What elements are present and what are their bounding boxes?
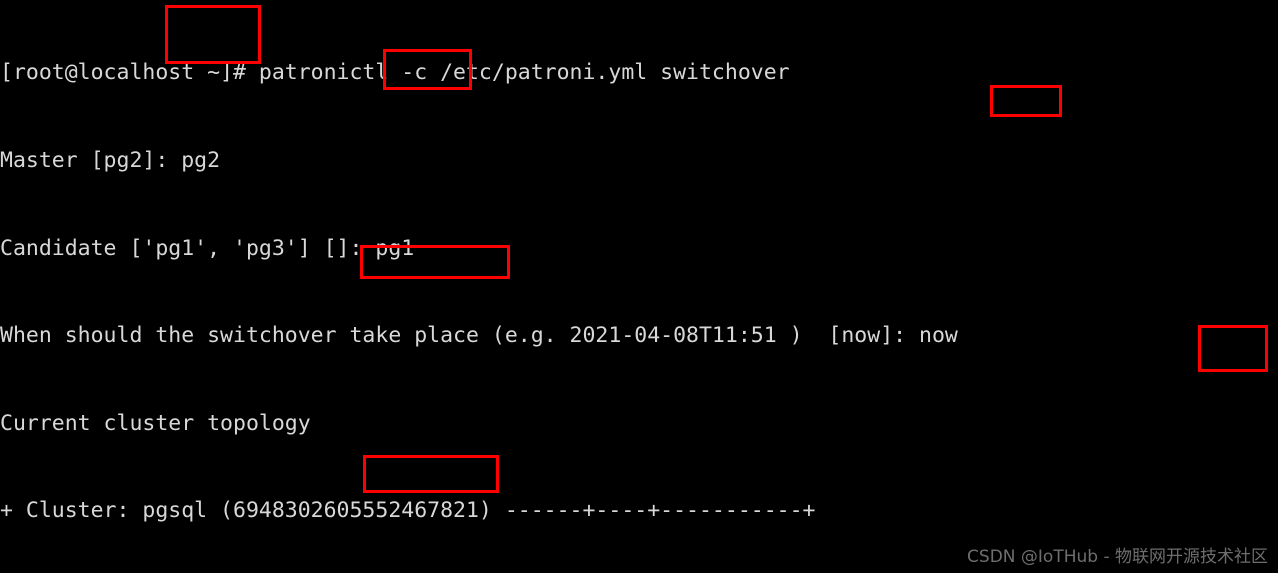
terminal-line: [root@localhost ~]# patronictl -c /etc/p… [0,60,790,86]
terminal-line: Master [pg2]: pg2 [0,148,221,173]
terminal-line: + Cluster: pgsql (6948302605552467821) -… [0,498,816,524]
terminal-line: When should the switchover take place (e… [0,323,958,349]
terminal-line: Current cluster topology [0,410,311,436]
terminal-output[interactable]: [root@localhost ~]# patronictl -c /etc/p… [0,0,1139,573]
terminal-window: [root@localhost ~]# patronictl -c /etc/p… [0,0,1278,573]
terminal-line: Candidate ['pg1', 'pg3'] []: pg1 [0,235,415,261]
highlight-box-confirm-answer-y [1198,325,1268,372]
watermark-text: CSDN @IoTHub - 物联网开源技术社区 [967,547,1268,567]
